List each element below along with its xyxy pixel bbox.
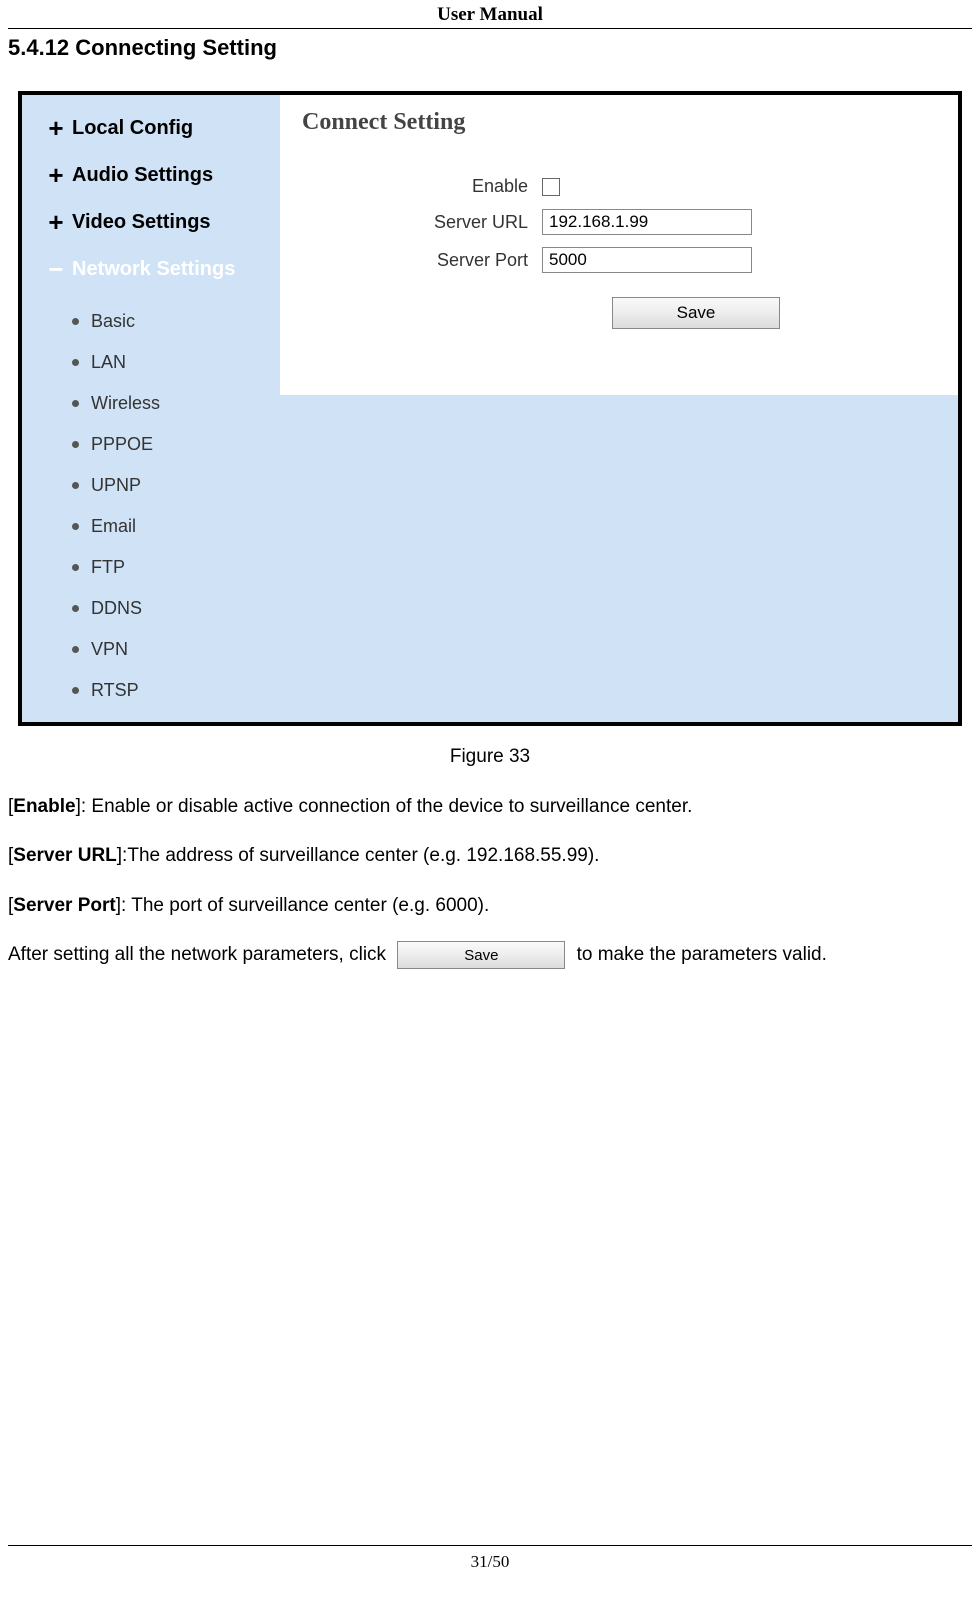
nav-sub-label: LAN (91, 352, 126, 373)
nav-sub-label: VPN (91, 639, 128, 660)
nav-sub-label: Basic (91, 311, 135, 332)
nav-sub-rtsp[interactable]: RTSP (72, 670, 270, 711)
content-area: Connect Setting Enable Server URL Server… (280, 95, 958, 722)
nav-sub-email[interactable]: Email (72, 506, 270, 547)
server-url-input[interactable] (542, 209, 752, 235)
nav-sub-label: IP Email (91, 721, 158, 726)
nav-label: Network Settings (72, 258, 235, 281)
nav-label: Video Settings (72, 211, 211, 234)
nav-label: Audio Settings (72, 164, 213, 187)
desc-enable-key: Enable (13, 796, 75, 817)
section-title: 5.4.12 Connecting Setting (8, 35, 972, 61)
plus-icon: + (46, 207, 66, 238)
bullet-icon (72, 687, 79, 694)
inline-save-button[interactable]: Save (397, 941, 565, 969)
nav-sub-label: Wireless (91, 393, 160, 414)
row-enable: Enable (302, 176, 938, 197)
bullet-icon (72, 646, 79, 653)
panel-title: Connect Setting (302, 109, 938, 136)
doc-header: User Manual (0, 0, 980, 28)
bullet-icon (72, 482, 79, 489)
plus-icon: + (46, 160, 66, 191)
after-post: to make the parameters valid. (577, 944, 827, 965)
bullet-icon (72, 605, 79, 612)
bullet-icon (72, 359, 79, 366)
desc-enable-text: ]: Enable or disable active connection o… (76, 796, 693, 817)
nav-network-settings[interactable]: −Network Settings (46, 254, 270, 285)
page-number: 31/50 (0, 1552, 980, 1572)
figure-caption: Figure 33 (0, 746, 980, 768)
footer-rule (8, 1545, 972, 1546)
desc-port-key: Server Port (13, 895, 115, 916)
desc-server-url: [Server URL]:The address of surveillance… (8, 841, 972, 870)
nav-local-config[interactable]: + Local Config (46, 113, 270, 144)
server-port-label: Server Port (302, 250, 542, 271)
nav-sub-label: FTP (91, 557, 125, 578)
nav-sub-ddns[interactable]: DDNS (72, 588, 270, 629)
after-pre: After setting all the network parameters… (8, 944, 391, 965)
nav-sub-lan[interactable]: LAN (72, 342, 270, 383)
nav-audio-settings[interactable]: + Audio Settings (46, 160, 270, 191)
nav-sub-upnp[interactable]: UPNP (72, 465, 270, 506)
enable-label: Enable (302, 176, 542, 197)
content-panel: Connect Setting Enable Server URL Server… (280, 95, 958, 395)
bullet-icon (72, 318, 79, 325)
section-name: Connecting Setting (75, 35, 277, 60)
desc-after: After setting all the network parameters… (8, 940, 972, 969)
server-port-input[interactable] (542, 247, 752, 273)
horizontal-rule (8, 28, 972, 29)
bullet-icon (72, 441, 79, 448)
nav-sub-label: RTSP (91, 680, 139, 701)
nav-label: Local Config (72, 117, 193, 140)
nav-sub-basic[interactable]: Basic (72, 301, 270, 342)
bullet-icon (72, 523, 79, 530)
minus-icon: − (46, 254, 66, 285)
nav-sub-label: PPPOE (91, 434, 153, 455)
nav-sub-label: Email (91, 516, 136, 537)
nav-sub-label: DDNS (91, 598, 142, 619)
desc-server-port: [Server Port]: The port of surveillance … (8, 891, 972, 920)
section-number: 5.4.12 (8, 35, 69, 60)
bullet-icon (72, 564, 79, 571)
desc-url-text: ]:The address of surveillance center (e.… (117, 845, 600, 866)
nav-video-settings[interactable]: + Video Settings (46, 207, 270, 238)
bullet-icon (72, 400, 79, 407)
nav-sub-ip-email[interactable]: IP Email (72, 711, 270, 726)
plus-icon: + (46, 113, 66, 144)
sidebar: + Local Config + Audio Settings + Video Set… (22, 95, 280, 722)
row-server-port: Server Port (302, 247, 938, 273)
save-button[interactable]: Save (612, 297, 780, 329)
server-url-label: Server URL (302, 212, 542, 233)
ui-screenshot: + Local Config + Audio Settings + Video Set… (18, 91, 962, 726)
nav-sub-ftp[interactable]: FTP (72, 547, 270, 588)
nav-sub-wireless[interactable]: Wireless (72, 383, 270, 424)
nav-sub-pppoe[interactable]: PPPOE (72, 424, 270, 465)
nav-sub-label: UPNP (91, 475, 141, 496)
desc-port-text: ]: The port of surveillance center (e.g.… (116, 895, 490, 916)
desc-url-key: Server URL (13, 845, 117, 866)
desc-enable: [Enable]: Enable or disable active conne… (8, 792, 972, 821)
enable-checkbox[interactable] (542, 178, 560, 196)
row-server-url: Server URL (302, 209, 938, 235)
nav-sub-vpn[interactable]: VPN (72, 629, 270, 670)
page-footer: 31/50 (0, 1545, 980, 1572)
